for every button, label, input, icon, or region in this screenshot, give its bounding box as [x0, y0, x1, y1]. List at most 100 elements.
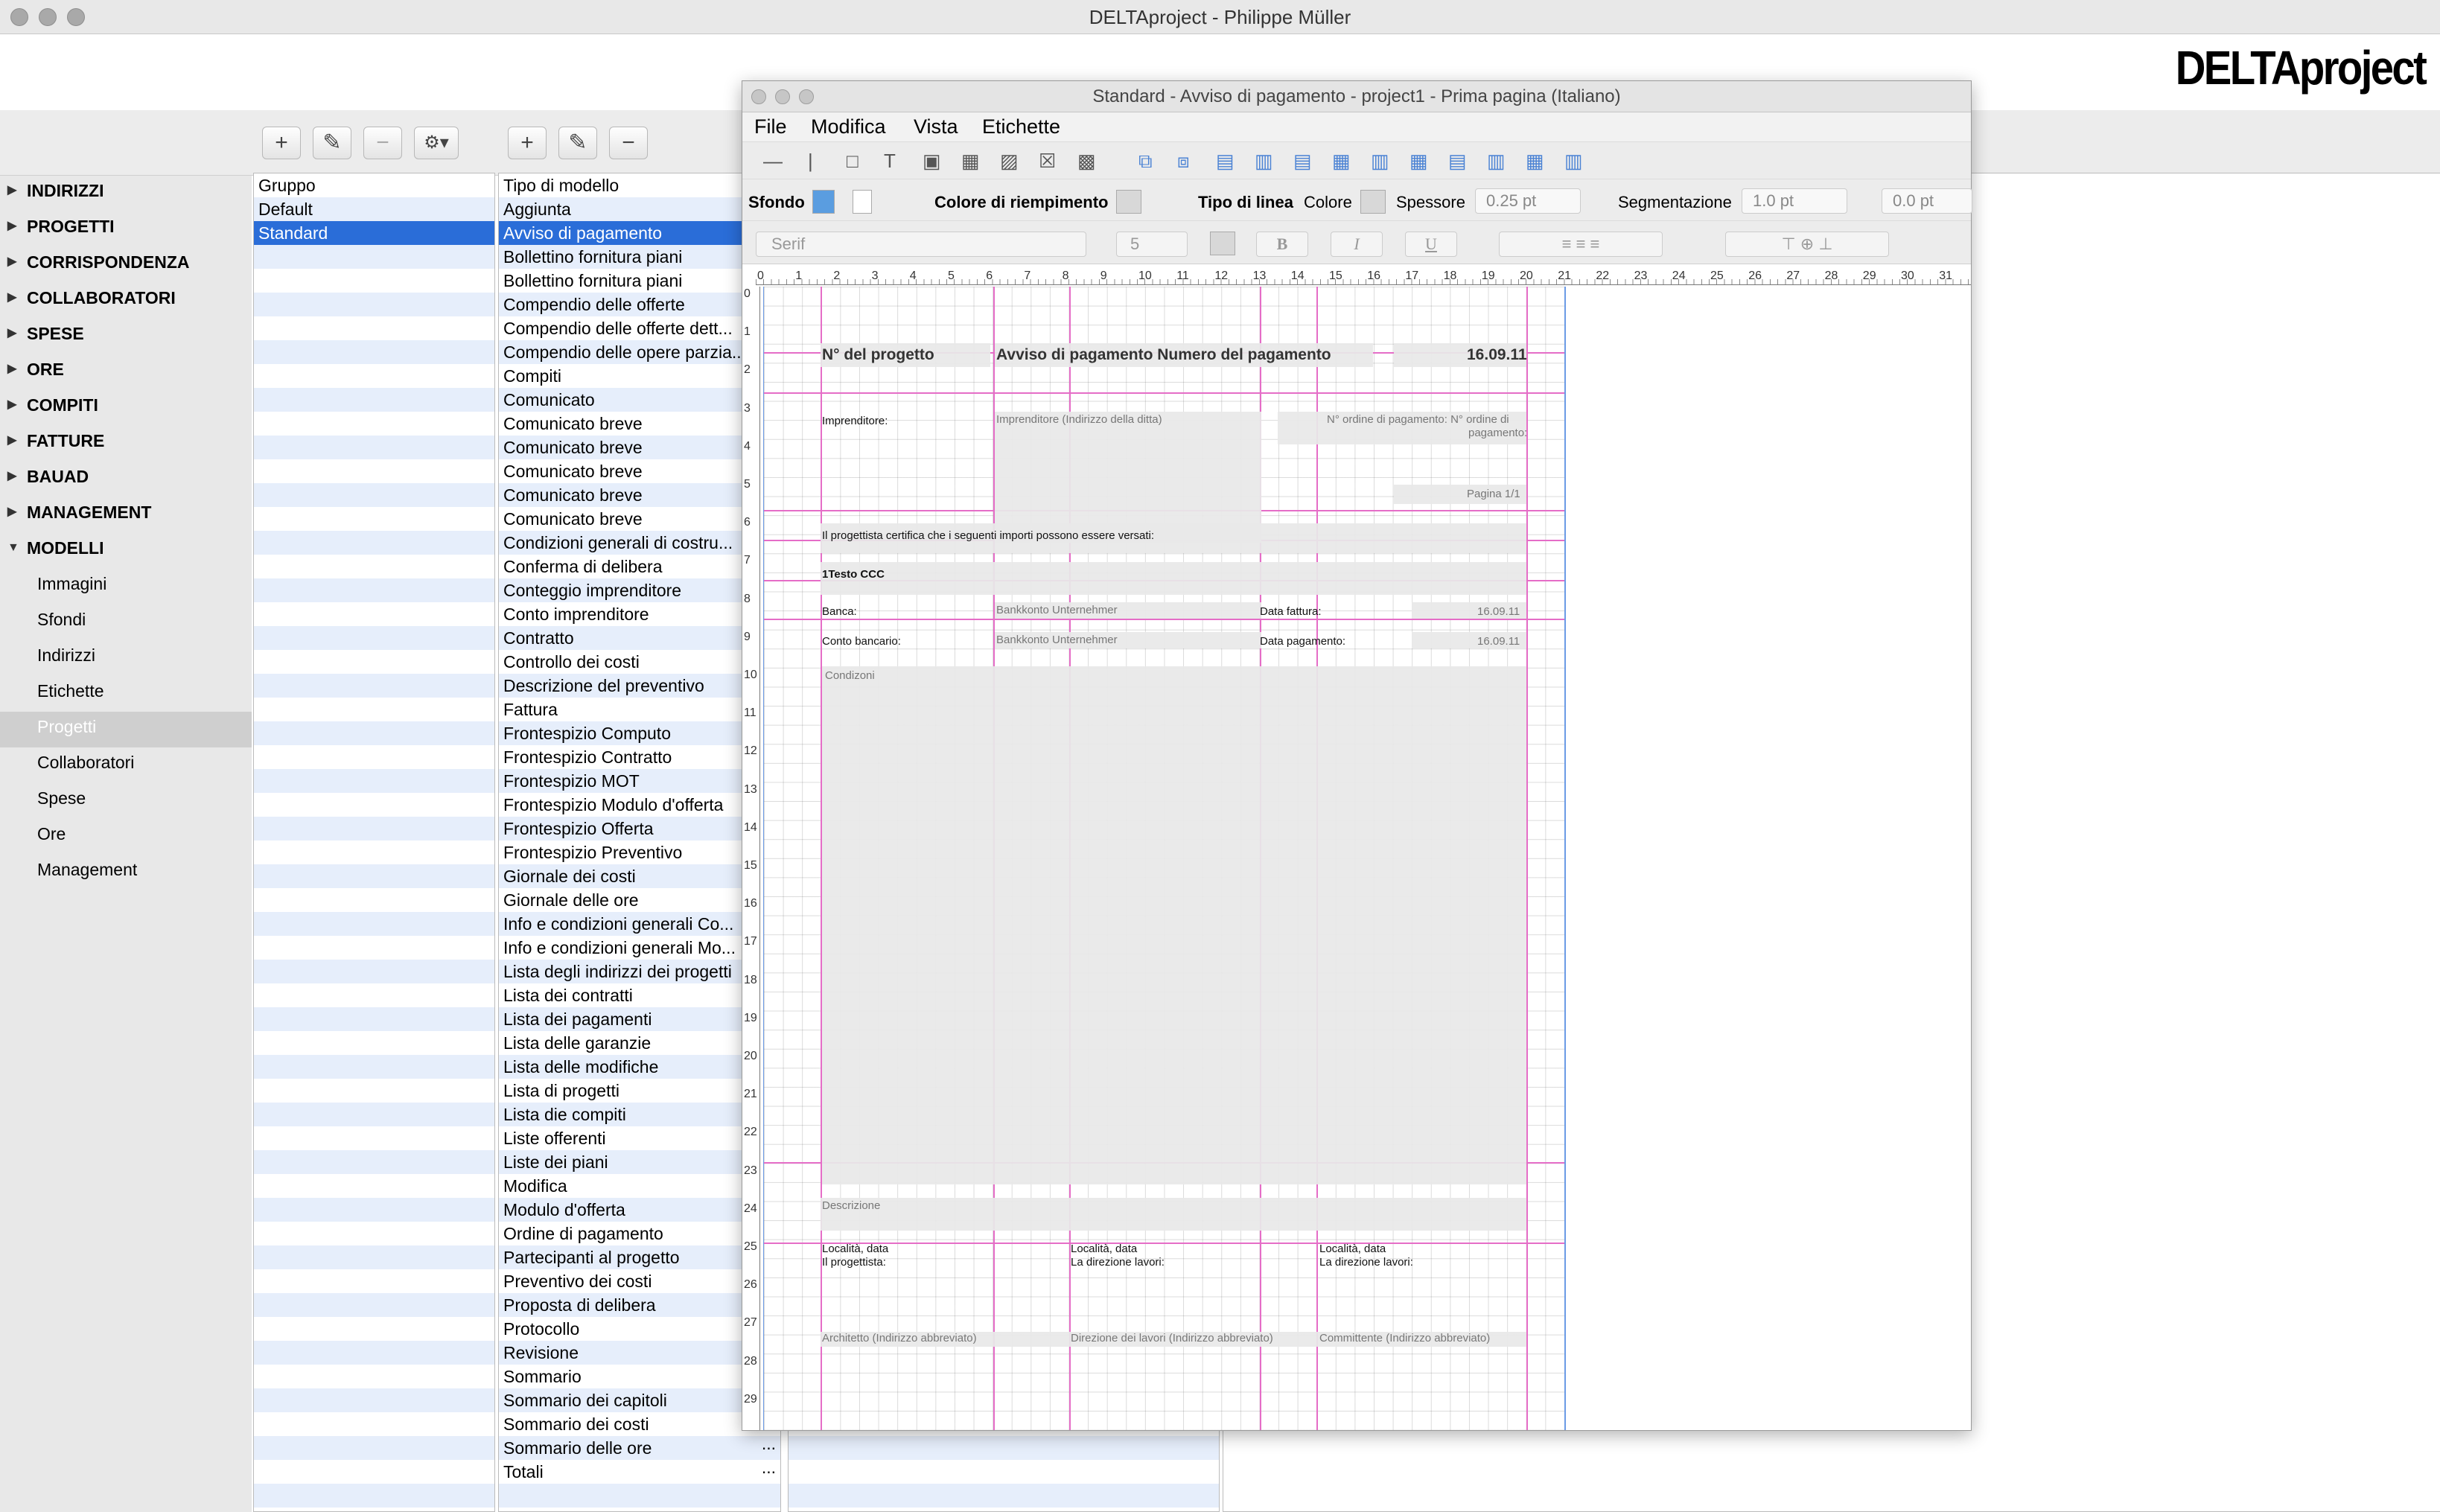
model-row[interactable]: Lista delle modifiche [499, 1055, 780, 1079]
model-row[interactable]: Ordine di pagamento [499, 1222, 780, 1245]
model-row[interactable]: Controllo dei costi [499, 650, 780, 674]
model-row[interactable]: Frontespizio Modulo d'offerta [499, 793, 780, 817]
model-row[interactable]: Revisione [499, 1341, 780, 1365]
sidebar-subitem-ore[interactable]: Ore [0, 819, 252, 855]
sidebar-subitem-etichette[interactable]: Etichette [0, 676, 252, 712]
line-tool-icon[interactable]: — [763, 150, 783, 171]
model-row[interactable]: Bollettino fornitura piani [499, 269, 780, 293]
italic-button[interactable]: I [1331, 232, 1383, 257]
sidebar-item-corrispondenza[interactable]: ▶ CORRISPONDENZA [0, 247, 252, 283]
payment-date-field[interactable]: 16.09.11 [1477, 635, 1520, 648]
model-row[interactable]: Frontespizio MOT [499, 769, 780, 793]
align-bottom-icon[interactable]: ▦ [1409, 150, 1428, 171]
signature-client-place[interactable]: Località, data [1319, 1243, 1386, 1255]
align-top-icon[interactable]: ▦ [1332, 150, 1351, 171]
sidebar-subitem-collaboratori[interactable]: Collaboratori [0, 747, 252, 783]
model-row[interactable]: Liste dei piani [499, 1150, 780, 1174]
model-row[interactable]: Totali... [499, 1460, 780, 1484]
model-row[interactable]: Frontespizio Preventivo [499, 840, 780, 864]
invoice-date-field[interactable]: 16.09.11 [1477, 605, 1520, 618]
order-number-field[interactable]: N° ordine di pagamento: N° ordine di [1327, 413, 1509, 426]
more-icon[interactable]: ... [762, 1460, 776, 1479]
model-row[interactable]: Partecipanti al progetto [499, 1245, 780, 1269]
model-row[interactable]: Lista die compiti [499, 1103, 780, 1126]
model-row[interactable]: Comunicato breve [499, 459, 780, 483]
footer-architect-field[interactable]: Architetto (Indirizzo abbreviato) [822, 1332, 977, 1344]
template-page[interactable]: N° del progetto Avviso di pagamento Nume… [763, 287, 1566, 1430]
align-middle-icon[interactable]: ▥ [1371, 150, 1389, 171]
sidebar-subitem-indirizzi[interactable]: Indirizzi [0, 640, 252, 676]
edit-model-button[interactable]: ✎ [558, 127, 597, 159]
sidebar-item-indirizzi[interactable]: ▶ INDIRIZZI [0, 176, 252, 211]
payment-heading-field[interactable]: Avviso di pagamento Numero del pagamento [996, 346, 1331, 364]
image-tool-icon[interactable]: ▨ [1000, 150, 1019, 171]
picture-tool-icon[interactable]: ▩ [1077, 150, 1096, 171]
model-row[interactable]: Avviso di pagamento [499, 221, 780, 245]
align-right-icon[interactable]: ▤ [1293, 150, 1312, 171]
account-field[interactable]: Bankkonto Unternehmer [996, 634, 1118, 646]
model-row[interactable]: Info e condizioni generali Mo... [499, 936, 780, 960]
model-row[interactable]: Info e condizioni generali Co... [499, 912, 780, 936]
footer-management-field[interactable]: Direzione dei lavori (Indirizzo abbrevia… [1071, 1332, 1273, 1344]
contractor-label[interactable]: Imprenditore: [822, 415, 888, 427]
bold-button[interactable]: B [1256, 232, 1308, 257]
model-row[interactable]: Conferma di delibera [499, 555, 780, 578]
sidebar-item-spese[interactable]: ▶ SPESE [0, 319, 252, 354]
description-field[interactable]: Descrizione [822, 1199, 880, 1212]
menu-etichette[interactable]: Etichette [982, 115, 1060, 138]
menu-file[interactable]: File [754, 115, 787, 138]
model-row[interactable]: Compendio delle opere parzia... [499, 340, 780, 364]
bank-label[interactable]: Banca: [822, 605, 857, 618]
segmentation-field[interactable]: 1.0 pt [1742, 188, 1847, 214]
model-row[interactable]: Frontespizio Offerta [499, 817, 780, 840]
model-row[interactable]: Bollettino fornitura piani [499, 245, 780, 269]
conditions-field[interactable]: Condizoni [825, 669, 875, 682]
model-row[interactable]: Comunicato breve [499, 412, 780, 436]
signature-designer-label[interactable]: Il progettista: [822, 1256, 886, 1269]
model-row[interactable]: Conteggio imprenditore [499, 578, 780, 602]
align-center-icon[interactable]: ▥ [1255, 150, 1273, 171]
contractor-address-field[interactable]: Imprenditore (Indirizzo della ditta) [996, 413, 1162, 426]
model-row[interactable]: Preventivo dei costi [499, 1269, 780, 1293]
minimize-window-button[interactable] [39, 8, 57, 26]
fill-color-swatch[interactable] [1116, 190, 1141, 214]
model-row[interactable]: Conto imprenditore [499, 602, 780, 626]
sidebar-subitem-management[interactable]: Management [0, 855, 252, 890]
model-row[interactable]: Modifica [499, 1174, 780, 1198]
sidebar-item-bauad[interactable]: ▶ BAUAD [0, 462, 252, 497]
remove-group-button[interactable]: − [363, 127, 402, 159]
bank-field[interactable]: Bankkonto Unternehmer [996, 604, 1118, 616]
editor-minimize-button[interactable] [775, 89, 790, 104]
model-row[interactable]: Sommario dei costi... [499, 1412, 780, 1436]
editor-zoom-button[interactable] [799, 89, 814, 104]
model-row[interactable]: Sommario dei capitoli [499, 1388, 780, 1412]
offset-field[interactable]: 0.0 pt [1882, 188, 1972, 214]
sidebar-subitem-spese[interactable]: Spese [0, 783, 252, 819]
model-row[interactable]: Lista dei pagamenti [499, 1007, 780, 1031]
vertical-align-group[interactable]: ⊤ ⊕ ⊥ [1725, 232, 1889, 257]
vertical-line-tool-icon[interactable]: | [808, 150, 813, 171]
model-row[interactable]: Aggiunta [499, 197, 780, 221]
model-row[interactable]: Compendio delle offerte dett... [499, 316, 780, 340]
edit-group-button[interactable]: ✎ [313, 127, 351, 159]
signature-client-label[interactable]: La direzione lavori: [1319, 1256, 1413, 1269]
background-image-icon[interactable] [812, 190, 835, 214]
footer-client-field[interactable]: Committente (Indirizzo abbreviato) [1319, 1332, 1490, 1344]
sidebar-item-modelli[interactable]: ▼ MODELLI [0, 533, 252, 569]
doc-date-field[interactable]: 16.09.11 [1467, 346, 1527, 364]
sidebar-subitem-immagini[interactable]: Immagini [0, 569, 252, 605]
model-row[interactable]: Sommario delle ore... [499, 1436, 780, 1460]
model-row[interactable]: Sommario [499, 1365, 780, 1388]
model-row[interactable]: Frontespizio Computo [499, 721, 780, 745]
sidebar-item-ore[interactable]: ▶ ORE [0, 354, 252, 390]
align-left-icon[interactable]: ▤ [1216, 150, 1235, 171]
model-row[interactable]: Protocollo [499, 1317, 780, 1341]
settings-button[interactable]: ⚙▾ [414, 127, 459, 159]
model-row[interactable]: Giornale delle ore [499, 888, 780, 912]
sidebar-subitem-progetti[interactable]: Progetti [0, 712, 252, 747]
model-row[interactable]: Comunicato breve [499, 483, 780, 507]
field-tool-icon[interactable]: ▣ [923, 150, 941, 171]
more-icon[interactable]: ... [762, 1436, 776, 1455]
model-row[interactable]: Compiti [499, 364, 780, 388]
project-number-field[interactable]: N° del progetto [822, 346, 934, 364]
